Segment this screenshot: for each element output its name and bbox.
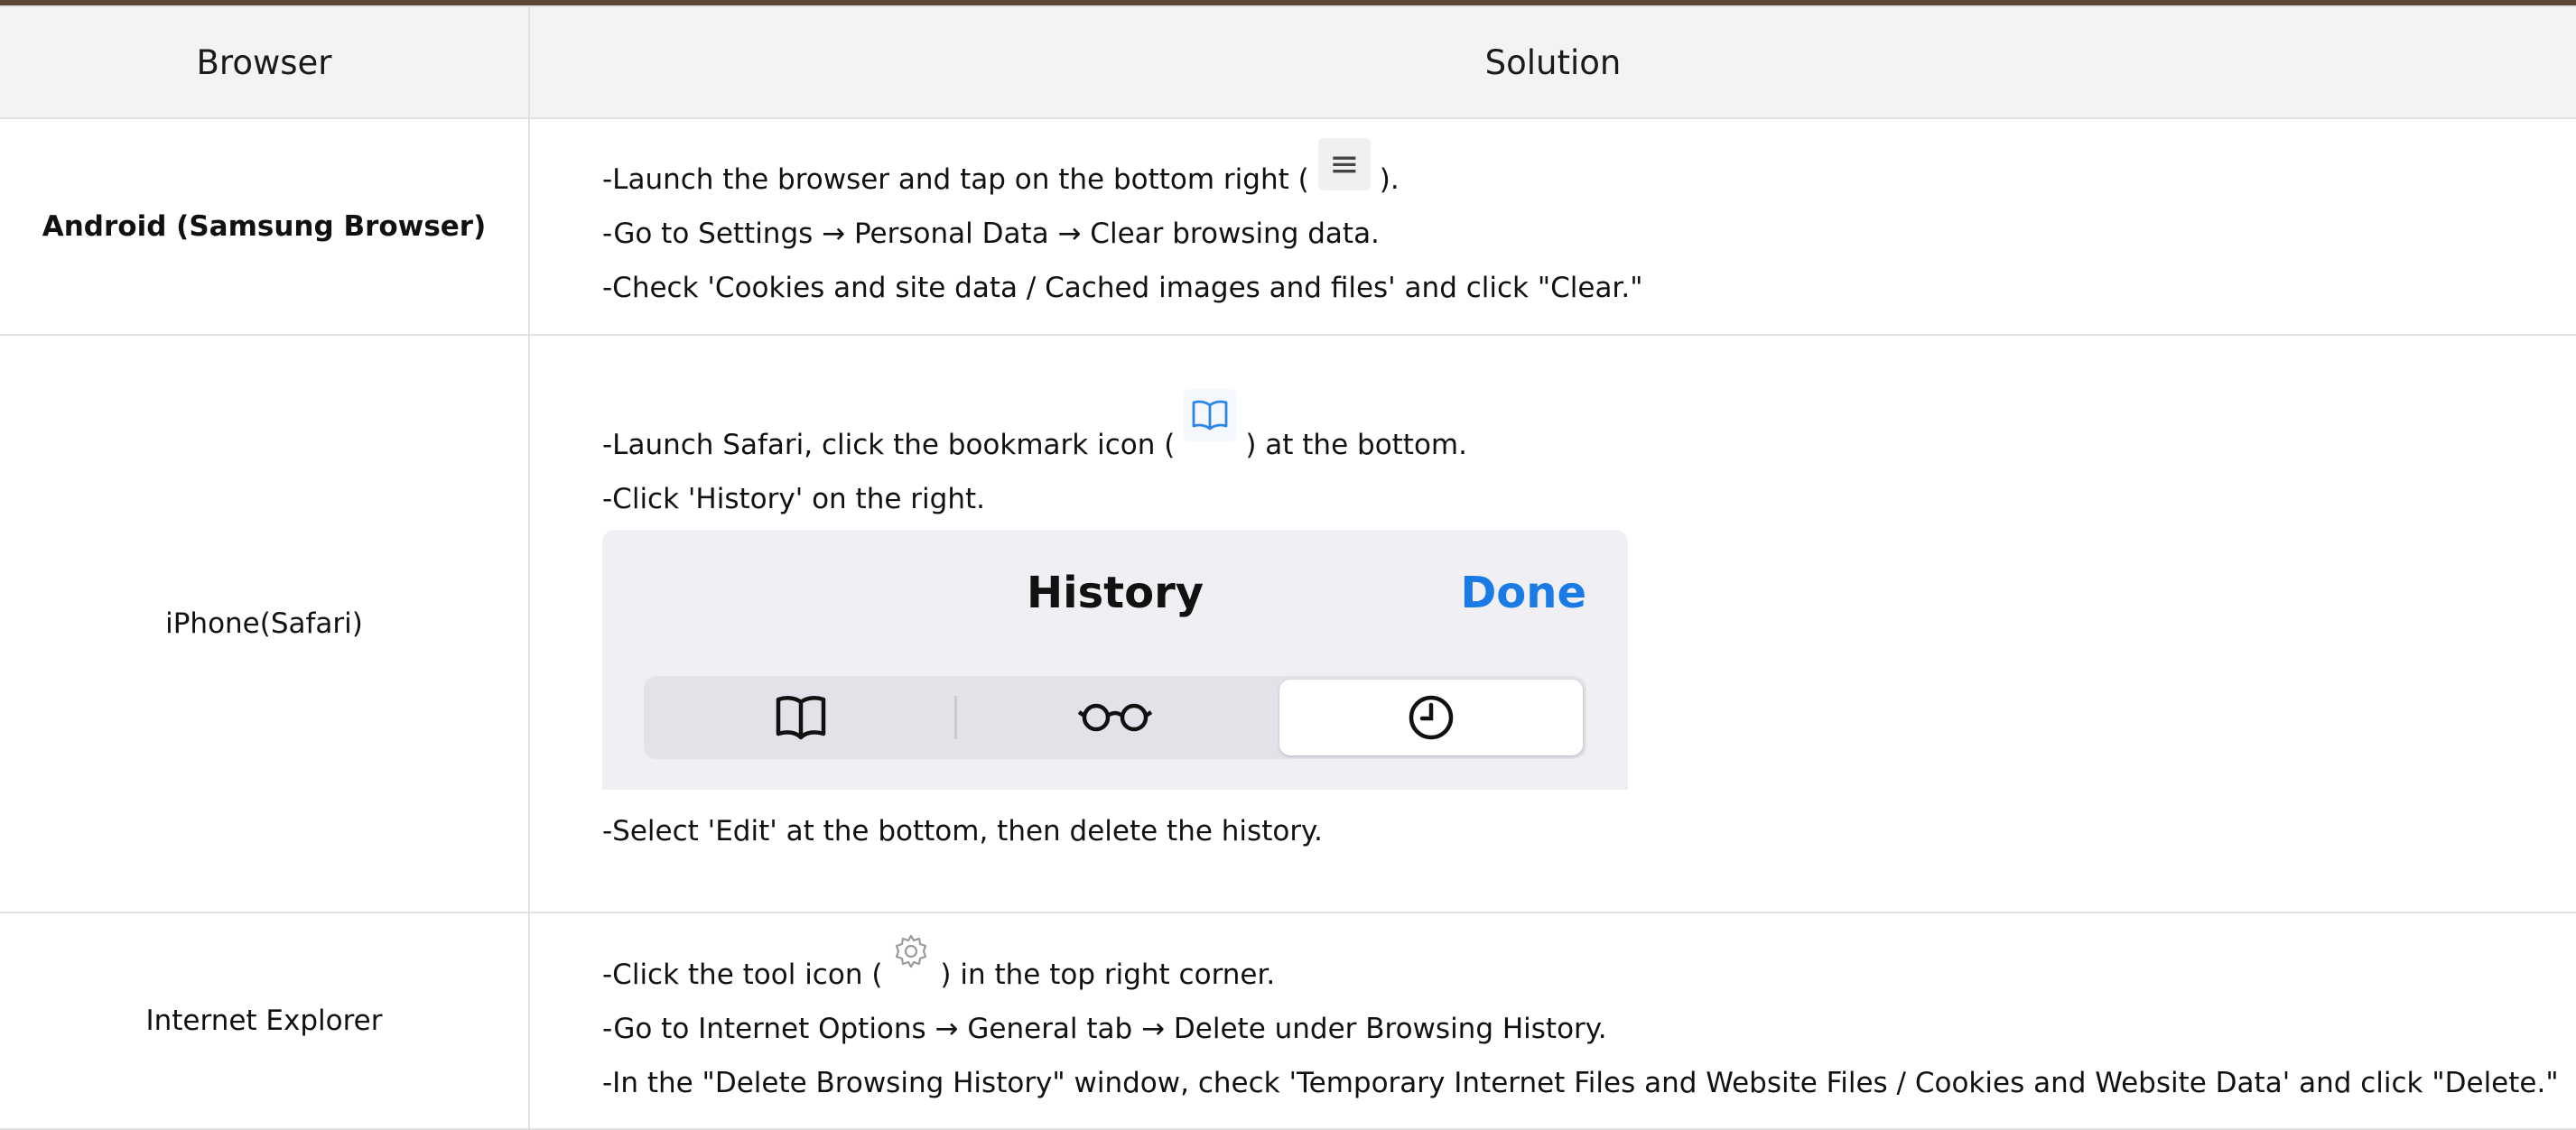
solution-step: -Go to Settings → Personal Data → Clear … — [602, 218, 1380, 250]
segment-divider — [954, 696, 957, 739]
step-text: -Launch the browser and tap on the botto… — [602, 163, 1309, 196]
step-text: ) at the bottom. — [1245, 429, 1467, 461]
solution-cell: -Launch Safari, click the bookmark icon … — [528, 334, 2576, 913]
solution-step: -Launch the browser and tap on the botto… — [602, 138, 2576, 207]
glasses-icon — [1078, 703, 1152, 732]
browser-solution-table: Browser Solution Android (Samsung Browse… — [0, 5, 2576, 1130]
step-text: ) in the top right corner. — [940, 959, 1276, 991]
gear-icon — [891, 931, 931, 971]
browser-name-ie: Internet Explorer — [0, 912, 530, 1130]
solution-cell: -Click the tool icon ( ) in the top right… — [528, 912, 2576, 1130]
table-row: Android (Samsung Browser) -Launch the br… — [0, 117, 2576, 336]
book-icon — [1184, 389, 1237, 441]
tab-bookmarks[interactable] — [644, 676, 958, 759]
browser-name-android: Android (Samsung Browser) — [0, 117, 530, 336]
tab-reading-list[interactable] — [958, 676, 1272, 759]
solution-step: -Launch Safari, click the bookmark icon … — [602, 389, 2576, 472]
history-panel-screenshot: History Done — [602, 530, 1628, 790]
step-text: ). — [1379, 163, 1400, 196]
solution-cell: -Launch the browser and tap on the botto… — [528, 117, 2576, 336]
header-solution: Solution — [528, 5, 2576, 119]
solution-step: -Click 'History' on the right. — [602, 483, 985, 515]
header-browser: Browser — [0, 5, 530, 119]
done-button[interactable]: Done — [1460, 568, 1586, 618]
menu-icon: ≡ — [1317, 138, 1371, 190]
clock-icon — [1409, 695, 1454, 740]
tab-history[interactable] — [1279, 680, 1583, 755]
solution-step: -In the "Delete Browsing History" window… — [602, 1067, 2559, 1099]
solution-step: -Click the tool icon ( ) in the top right… — [602, 931, 2576, 1002]
step-text: -Launch Safari, click the bookmark icon … — [602, 429, 1176, 461]
book-icon — [776, 696, 826, 740]
solution-step: -Check 'Cookies and site data / Cached i… — [602, 272, 1643, 304]
step-text: -Click the tool icon ( — [602, 959, 883, 991]
solution-step: -Select 'Edit' at the bottom, then delet… — [602, 815, 1323, 848]
segmented-control — [644, 676, 1586, 759]
table-row: Internet Explorer -Click the tool icon (… — [0, 912, 2576, 1130]
table-header-row: Browser Solution — [0, 5, 2576, 119]
table-row: iPhone(Safari) -Launch Safari, click the… — [0, 334, 2576, 913]
browser-name-iphone: iPhone(Safari) — [0, 334, 530, 913]
solution-step: -Go to Internet Options → General tab → … — [602, 1013, 1607, 1045]
